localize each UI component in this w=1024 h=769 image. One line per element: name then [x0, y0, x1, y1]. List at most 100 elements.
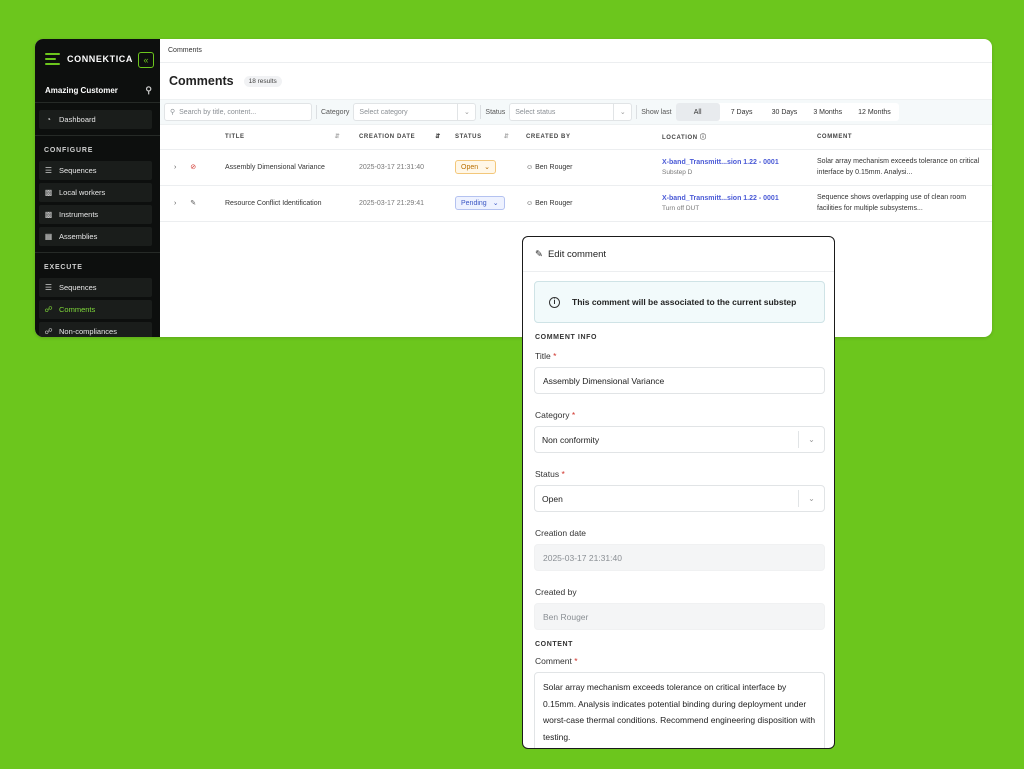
creation-date-label: Creation date: [535, 528, 587, 538]
row-title: Resource Conflict Identification: [225, 185, 359, 222]
non-conformity-icon: ⊘: [190, 164, 197, 171]
status-select-row[interactable]: Open ⌄: [455, 160, 496, 174]
sequence-icon: ☰: [44, 166, 53, 175]
search-icon[interactable]: ⚲: [145, 85, 152, 96]
category-select[interactable]: Select category ⌄: [353, 103, 477, 121]
chevron-down-icon: ⌄: [798, 490, 824, 507]
status-filter-label: Status: [480, 105, 505, 119]
info-icon: ⓘ: [699, 135, 707, 142]
row-date: 2025-03-17 21:29:41: [359, 185, 455, 222]
divider: [35, 135, 160, 136]
section-execute: EXECUTE: [44, 263, 83, 271]
sidebar-item-dashboard[interactable]: ◔ Dashboard: [39, 110, 152, 129]
sidebar-item-exec-sequences[interactable]: ☰ Sequences: [39, 278, 152, 297]
chevron-down-icon: ⌄: [798, 431, 824, 448]
sort-icon: ⇵: [334, 134, 341, 141]
search-icon: ⚲: [170, 109, 176, 116]
range-3-months[interactable]: 3 Months: [805, 103, 850, 121]
connektica-logo-icon: [45, 53, 60, 65]
time-range-toggle: All 7 Days 30 Days 3 Months 12 Months: [675, 103, 899, 121]
sidebar-item-label: Comments: [59, 305, 96, 314]
status-select-row[interactable]: Pending ⌄: [455, 196, 505, 210]
status-placeholder: Select status: [515, 108, 556, 116]
title-input[interactable]: Assembly Dimensional Variance: [534, 367, 825, 394]
sidebar-item-non-compliances[interactable]: ☍ Non-compliances: [39, 322, 152, 337]
table-row[interactable]: › ✎ Resource Conflict Identification 202…: [160, 185, 992, 222]
user-icon: ☺: [526, 199, 534, 207]
category-select[interactable]: Non conformity ⌄: [534, 426, 825, 453]
info-icon: i: [549, 296, 560, 308]
range-12-months[interactable]: 12 Months: [850, 103, 899, 121]
sort-icon: ⇵: [503, 134, 510, 141]
sidebar-item-sequences[interactable]: ☰ Sequences: [39, 161, 152, 180]
creation-date-field: 2025-03-17 21:31:40: [534, 544, 825, 571]
expand-row-icon[interactable]: ›: [174, 164, 176, 171]
edit-comment-panel: ✎ Edit comment i This comment will be as…: [522, 236, 835, 749]
non-compliance-icon: ☍: [44, 327, 53, 336]
panel-title: Edit comment: [547, 248, 607, 260]
notice-text: This comment will be associated to the c…: [572, 297, 797, 307]
comments-table: TITLE ⇵ CREATION DATE ⇵ STATUS ⇵ CREATED BY…: [160, 125, 992, 222]
column-header-status[interactable]: STATUS ⇵: [455, 125, 526, 150]
created-by-field: Ben Rouger: [534, 603, 825, 630]
range-all[interactable]: All: [675, 103, 720, 121]
search-placeholder: Search by title, content...: [179, 108, 257, 116]
category-placeholder: Select category: [359, 108, 408, 116]
sidebar-item-label: Sequences: [59, 166, 97, 175]
column-header-location: LOCATION ⓘ: [662, 125, 817, 150]
edit-document-icon: ✎: [535, 248, 543, 260]
sidebar-item-label: Dashboard: [59, 115, 96, 124]
section-configure: CONFIGURE: [44, 146, 94, 154]
status-value: Pending: [461, 199, 487, 207]
chevron-down-icon: ⌄: [492, 200, 499, 207]
comment-textarea[interactable]: Solar array mechanism exceeds tolerance …: [534, 672, 825, 748]
section-comment-info: COMMENT INFO: [535, 334, 598, 341]
status-value: Open: [461, 163, 479, 171]
user-icon: ☺: [526, 163, 534, 171]
range-30-days[interactable]: 30 Days: [764, 103, 806, 121]
column-header-comment: COMMENT: [817, 125, 992, 150]
location-link[interactable]: X-band_Transmitt...sion 1.22 - 0001: [662, 159, 817, 166]
info-notice: i This comment will be associated to the…: [534, 281, 825, 323]
column-header-title[interactable]: TITLE ⇵: [225, 125, 359, 150]
column-header-creation-date[interactable]: CREATION DATE ⇵: [359, 125, 455, 150]
location-link[interactable]: X-band_Transmitt...sion 1.22 - 0001: [662, 195, 817, 202]
app-window: CONNEKTICA « Amazing Customer ⚲ ◔ Dashbo…: [35, 39, 992, 337]
title-label: Title *: [535, 351, 557, 361]
expand-row-icon[interactable]: ›: [174, 200, 176, 207]
range-7-days[interactable]: 7 Days: [720, 103, 764, 121]
comment-label: Comment *: [535, 656, 578, 666]
title-row: Comments 18 results: [160, 63, 992, 99]
sidebar: CONNEKTICA « Amazing Customer ⚲ ◔ Dashbo…: [35, 39, 160, 337]
gauge-icon: ◔: [46, 115, 51, 124]
brand-name: CONNEKTICA: [67, 54, 133, 64]
sidebar-item-comments[interactable]: ☍ Comments: [39, 300, 152, 319]
status-select[interactable]: Select status ⌄: [509, 103, 633, 121]
sidebar-item-instruments[interactable]: ▩ Instruments: [39, 205, 152, 224]
row-title: Assembly Dimensional Variance: [225, 149, 359, 186]
collapse-sidebar-button[interactable]: «: [138, 52, 154, 68]
customer-switcher[interactable]: Amazing Customer ⚲: [35, 79, 160, 103]
column-header-created-by: CREATED BY: [526, 125, 662, 150]
sidebar-item-assemblies[interactable]: ▦ Assemblies: [39, 227, 152, 246]
status-select[interactable]: Open ⌄: [534, 485, 825, 512]
section-content: CONTENT: [535, 641, 574, 648]
sidebar-item-local-workers[interactable]: ▩ Local workers: [39, 183, 152, 202]
sidebar-item-label: Local workers: [59, 188, 106, 197]
sequence-icon: ☰: [44, 283, 53, 292]
customer-name: Amazing Customer: [45, 86, 118, 95]
chevron-down-icon: ⌄: [613, 104, 631, 120]
created-by-label: Created by: [535, 587, 577, 597]
divider: [35, 252, 160, 253]
sort-desc-icon: ⇵: [435, 134, 441, 141]
table-row[interactable]: › ⊘ Assembly Dimensional Variance 2025-0…: [160, 149, 992, 186]
row-comment: Sequence shows overlapping use of clean …: [817, 185, 992, 222]
sidebar-item-label: Instruments: [59, 210, 99, 219]
table-header-row: TITLE ⇵ CREATION DATE ⇵ STATUS ⇵ CREATED BY…: [160, 125, 992, 150]
search-input[interactable]: ⚲ Search by title, content...: [164, 103, 312, 121]
row-date: 2025-03-17 21:31:40: [359, 149, 455, 186]
chevron-down-icon: ⌄: [457, 104, 475, 120]
chevron-down-icon: ⌄: [484, 164, 490, 171]
category-filter-label: Category: [316, 105, 349, 119]
row-created-by: Ben Rouger: [535, 163, 573, 171]
